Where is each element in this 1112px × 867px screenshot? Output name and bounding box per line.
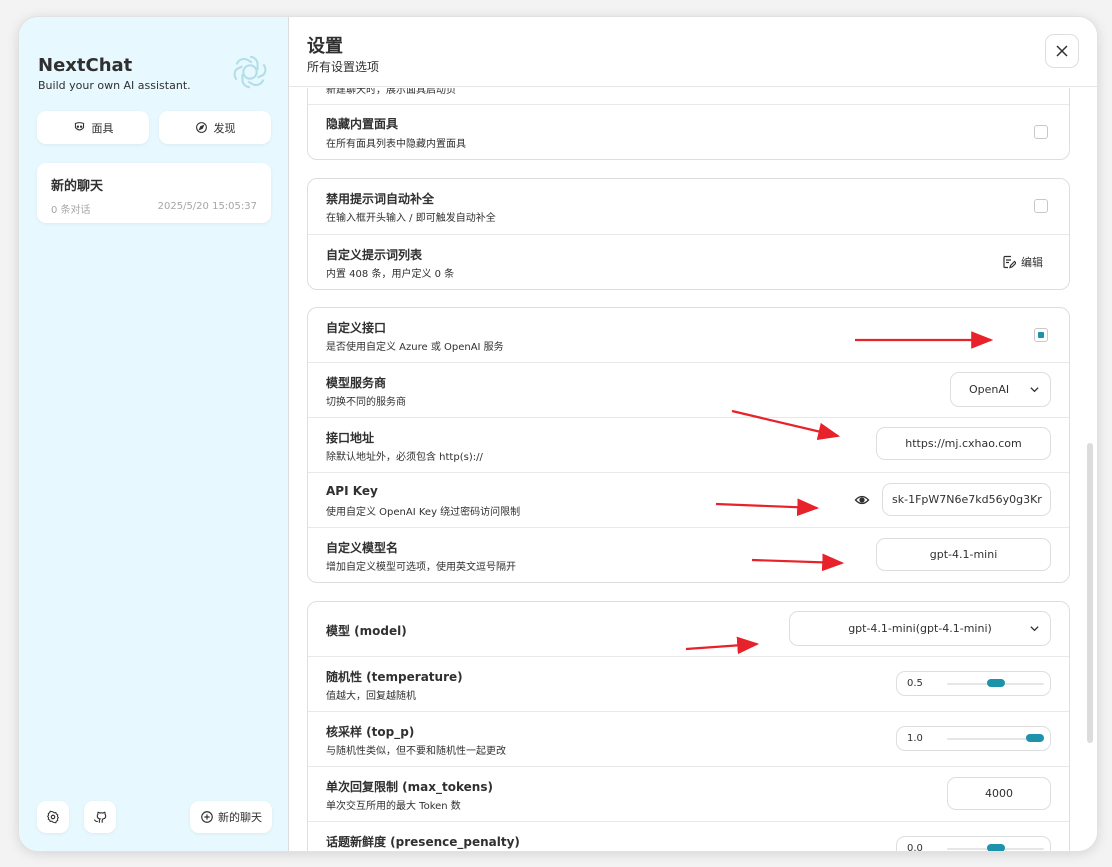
presence-penalty-slider[interactable]: 0.0 bbox=[896, 836, 1051, 851]
hide-builtin-masks-checkbox[interactable] bbox=[1034, 125, 1048, 139]
mask-button[interactable]: 面具 bbox=[37, 111, 149, 144]
provider-select[interactable]: OpenAI bbox=[950, 372, 1051, 407]
row-subtitle: 增加自定义模型可选项，使用英文逗号隔开 bbox=[326, 562, 516, 573]
page-title: 设置 bbox=[307, 36, 343, 57]
chat-list-item[interactable]: 新的聊天 0 条对话 2025/5/20 15:05:37 bbox=[37, 163, 271, 223]
settings-row-provider: 模型服务商 切换不同的服务商 OpenAI bbox=[308, 363, 1069, 418]
new-chat-button[interactable]: 新的聊天 bbox=[190, 801, 272, 833]
disable-autocomplete-checkbox[interactable] bbox=[1034, 199, 1048, 213]
settings-row-top-p: 核采样 (top_p) 与随机性类似，但不要和随机性一起更改 1.0 bbox=[308, 712, 1069, 767]
chevron-down-icon bbox=[1030, 626, 1039, 632]
slider-value: 0.0 bbox=[907, 843, 923, 851]
row-subtitle: 在输入框开头输入 / 即可触发自动补全 bbox=[326, 213, 496, 224]
slider-thumb[interactable] bbox=[986, 679, 1005, 687]
model-select-value: gpt-4.1-mini(gpt-4.1-mini) bbox=[848, 622, 992, 635]
row-title: 隐藏内置面具 bbox=[326, 117, 399, 131]
settings-card-model: 模型 (model) gpt-4.1-mini(gpt-4.1-mini) 随机… bbox=[307, 601, 1070, 851]
edit-prompts-button[interactable]: 编辑 bbox=[1002, 254, 1043, 270]
partial-row-subtitle: 新建聊天时，展示面具启动页 bbox=[326, 88, 456, 96]
edit-button-label: 编辑 bbox=[1021, 256, 1043, 269]
slider-thumb[interactable] bbox=[986, 844, 1005, 851]
row-title: 模型 (model) bbox=[326, 624, 407, 638]
settings-row-temperature: 随机性 (temperature) 值越大，回复越随机 0.5 bbox=[308, 657, 1069, 712]
mask-button-label: 面具 bbox=[91, 121, 114, 135]
row-title: 自定义接口 bbox=[326, 321, 387, 335]
discover-button-label: 发现 bbox=[213, 121, 236, 135]
provider-select-value: OpenAI bbox=[969, 383, 1010, 396]
slider-value: 0.5 bbox=[907, 678, 923, 689]
row-subtitle: 单次交互所用的最大 Token 数 bbox=[326, 801, 461, 812]
settings-row-max-tokens: 单次回复限制 (max_tokens) 单次交互所用的最大 Token 数 40… bbox=[308, 767, 1069, 822]
settings-row-presence-penalty: 话题新鲜度 (presence_penalty) 0.0 bbox=[308, 822, 1069, 851]
settings-row-disable-autocomplete: 禁用提示词自动补全 在输入框开头输入 / 即可触发自动补全 bbox=[308, 179, 1069, 235]
row-title: 单次回复限制 (max_tokens) bbox=[326, 780, 493, 794]
discover-button[interactable]: 发现 bbox=[159, 111, 271, 144]
max-tokens-input[interactable]: 4000 bbox=[947, 777, 1051, 810]
custom-models-input[interactable]: gpt-4.1-mini bbox=[876, 538, 1051, 571]
edit-icon bbox=[1003, 255, 1016, 269]
top-p-slider[interactable]: 1.0 bbox=[896, 726, 1051, 751]
app-window: NextChat Build your own AI assistant. 面具… bbox=[18, 16, 1098, 852]
settings-scroll-area[interactable]: 新建聊天时，展示面具启动页 隐藏内置面具 在所有面具列表中隐藏内置面具 禁用提示… bbox=[289, 88, 1097, 851]
row-subtitle: 在所有面具列表中隐藏内置面具 bbox=[326, 139, 466, 150]
new-chat-label: 新的聊天 bbox=[218, 811, 262, 824]
settings-button[interactable] bbox=[37, 801, 69, 833]
slider-value: 1.0 bbox=[907, 733, 923, 744]
row-title: 随机性 (temperature) bbox=[326, 670, 463, 684]
openai-logo-icon bbox=[233, 55, 267, 89]
endpoint-url-input[interactable]: https://mj.cxhao.com bbox=[876, 427, 1051, 460]
settings-card-prompts: 禁用提示词自动补全 在输入框开头输入 / 即可触发自动补全 自定义提示词列表 内… bbox=[307, 178, 1070, 290]
chat-item-title: 新的聊天 bbox=[51, 179, 104, 194]
chat-item-count: 0 条对话 bbox=[51, 205, 91, 216]
scrollbar[interactable] bbox=[1087, 443, 1093, 743]
github-button[interactable] bbox=[84, 801, 116, 833]
row-title: 话题新鲜度 (presence_penalty) bbox=[326, 835, 520, 849]
close-icon bbox=[1056, 45, 1068, 57]
compass-icon bbox=[195, 122, 207, 133]
settings-card-endpoint: 自定义接口 是否使用自定义 Azure 或 OpenAI 服务 模型服务商 切换… bbox=[307, 307, 1070, 583]
chevron-down-icon bbox=[1030, 387, 1039, 393]
model-select[interactable]: gpt-4.1-mini(gpt-4.1-mini) bbox=[789, 611, 1051, 646]
chat-item-time: 2025/5/20 15:05:37 bbox=[157, 201, 257, 212]
mask-icon bbox=[74, 122, 84, 131]
app-subtitle: Build your own AI assistant. bbox=[38, 79, 191, 92]
settings-card-masks: 新建聊天时，展示面具启动页 隐藏内置面具 在所有面具列表中隐藏内置面具 bbox=[307, 88, 1070, 160]
settings-row-custom-models: 自定义模型名 增加自定义模型可选项，使用英文逗号隔开 gpt-4.1-mini bbox=[308, 528, 1069, 582]
settings-row-hide-builtin-masks: 隐藏内置面具 在所有面具列表中隐藏内置面具 bbox=[308, 105, 1069, 159]
row-subtitle: 值越大，回复越随机 bbox=[326, 691, 416, 702]
row-subtitle: 除默认地址外，必须包含 http(s):// bbox=[326, 452, 483, 463]
github-icon bbox=[93, 811, 107, 823]
settings-row-endpoint-url: 接口地址 除默认地址外，必须包含 http(s):// https://mj.c… bbox=[308, 418, 1069, 473]
app-title: NextChat bbox=[38, 55, 133, 76]
row-subtitle: 切换不同的服务商 bbox=[326, 397, 406, 408]
row-subtitle: 内置 408 条，用户定义 0 条 bbox=[326, 269, 455, 280]
row-subtitle: 与随机性类似，但不要和随机性一起更改 bbox=[326, 746, 506, 757]
row-title: 模型服务商 bbox=[326, 376, 387, 390]
settings-row-custom-endpoint: 自定义接口 是否使用自定义 Azure 或 OpenAI 服务 bbox=[308, 308, 1069, 363]
temperature-slider[interactable]: 0.5 bbox=[896, 671, 1051, 696]
row-subtitle: 使用自定义 OpenAI Key 绕过密码访问限制 bbox=[326, 507, 521, 518]
row-title: API Key bbox=[326, 484, 378, 498]
plus-circle-icon bbox=[201, 811, 213, 823]
settings-row-custom-prompts: 自定义提示词列表 内置 408 条，用户定义 0 条 编辑 bbox=[308, 235, 1069, 289]
settings-row-model: 模型 (model) gpt-4.1-mini(gpt-4.1-mini) bbox=[308, 602, 1069, 657]
custom-endpoint-checkbox[interactable] bbox=[1034, 328, 1048, 342]
close-button[interactable] bbox=[1045, 34, 1079, 68]
page-subtitle: 所有设置选项 bbox=[307, 60, 380, 74]
settings-panel: 设置 所有设置选项 新建聊天时，展示面具启动页 隐藏内置面具 在所有面具列表中隐… bbox=[289, 17, 1097, 851]
sidebar: NextChat Build your own AI assistant. 面具… bbox=[19, 17, 289, 851]
gear-icon bbox=[47, 810, 60, 824]
row-title: 自定义提示词列表 bbox=[326, 248, 423, 262]
settings-header: 设置 所有设置选项 bbox=[289, 17, 1097, 87]
settings-row-partial: 新建聊天时，展示面具启动页 bbox=[308, 88, 1069, 105]
slider-thumb[interactable] bbox=[1026, 734, 1044, 742]
row-title: 禁用提示词自动补全 bbox=[326, 192, 435, 206]
row-subtitle: 是否使用自定义 Azure 或 OpenAI 服务 bbox=[326, 342, 504, 353]
api-key-input[interactable]: sk-1FpW7N6e7kd56y0g3Kr bbox=[882, 483, 1051, 516]
row-title: 自定义模型名 bbox=[326, 541, 399, 555]
row-title: 核采样 (top_p) bbox=[326, 725, 415, 739]
settings-row-api-key: API Key 使用自定义 OpenAI Key 绕过密码访问限制 sk-1Fp… bbox=[308, 473, 1069, 528]
row-title: 接口地址 bbox=[326, 431, 375, 445]
eye-icon[interactable] bbox=[854, 492, 870, 508]
